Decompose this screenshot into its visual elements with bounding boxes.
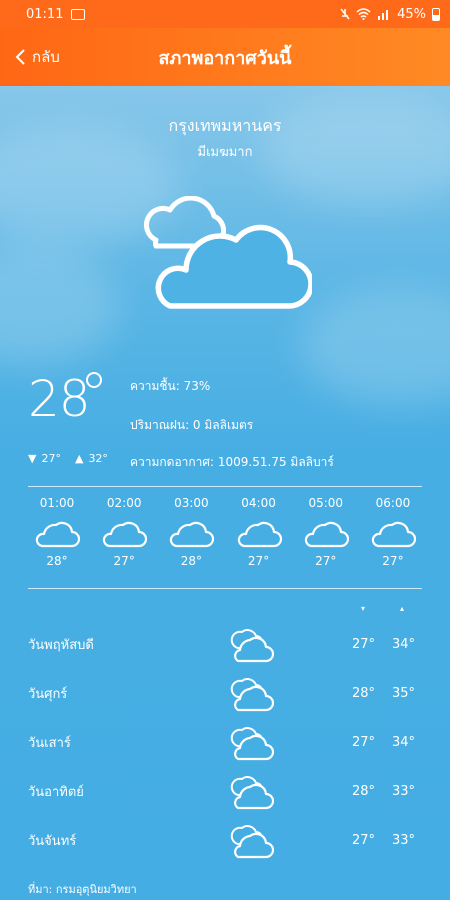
- clouds-icon: [230, 727, 274, 761]
- day-low: 27°: [352, 637, 376, 652]
- hourly-forecast: 01:00 28° 02:00 27° 03:00 28° 04:00 27° …: [28, 496, 422, 568]
- day-high: 35°: [392, 686, 416, 701]
- back-label: กลับ: [32, 48, 60, 66]
- day-low: 27°: [352, 735, 376, 750]
- hour-time: 03:00: [174, 496, 209, 510]
- hourly-item: 02:00 27°: [95, 496, 153, 568]
- cloud-icon: [143, 196, 312, 309]
- day-low: 28°: [352, 784, 376, 799]
- hourly-item: 04:00 27°: [230, 496, 288, 568]
- rainfall-text: ปริมาณฝน: 0 มิลลิเมตร: [130, 418, 254, 432]
- hour-time: 05:00: [308, 496, 344, 510]
- degree-symbol: [86, 372, 102, 388]
- data-source: ที่มา: กรมอุตุนิยมวิทยา: [28, 883, 137, 896]
- daily-forecast: วันพฤหัสบดี 27° 34° วันศุกร์ 28° 35° วัน…: [28, 620, 422, 865]
- wifi-icon: [356, 8, 371, 20]
- clouds-icon: [230, 776, 274, 810]
- hourly-item: 01:00 28°: [28, 496, 86, 568]
- signal-icon: [378, 10, 389, 20]
- hour-temp: 28°: [46, 554, 68, 568]
- clouds-icon: [230, 629, 274, 663]
- hour-temp: 27°: [315, 554, 337, 568]
- hour-temp: 27°: [113, 554, 135, 568]
- cloud-icon: [371, 521, 416, 548]
- day-name: วันพฤหัสบดี: [28, 638, 94, 653]
- cloud-icon: [170, 521, 215, 548]
- cloud-icon: [35, 521, 80, 548]
- cloud-icon: [103, 521, 148, 548]
- current-temperature: 28: [28, 370, 91, 428]
- day-low: 28°: [352, 686, 376, 701]
- hour-time: 06:00: [375, 496, 411, 510]
- divider: [28, 588, 422, 589]
- low-column-marker: ▾: [361, 604, 366, 613]
- hour-temp: 27°: [247, 554, 270, 568]
- city-name: กรุงเทพมหานคร: [168, 116, 282, 135]
- min-temp-value: 27°: [41, 452, 61, 465]
- status-time: 01:11: [26, 6, 64, 22]
- pressure-text: ความกดอากาศ: 1009.51.75 มิลลิบาร์: [130, 455, 334, 469]
- hour-time: 02:00: [106, 496, 142, 510]
- hour-time: 04:00: [241, 496, 276, 510]
- day-high: 34°: [392, 735, 416, 750]
- min-max-temperature: ▼ 27° ▲ 32°: [28, 452, 108, 465]
- day-high: 33°: [392, 784, 416, 799]
- hourly-item: 05:00 27°: [297, 496, 355, 568]
- humidity-text: ความชื้น: 73%: [130, 379, 211, 393]
- status-icons: 45%: [340, 7, 440, 22]
- image-notification-icon: [71, 8, 86, 20]
- hour-time: 01:00: [39, 496, 75, 510]
- max-temp: ▲ 32°: [75, 452, 108, 465]
- clouds-icon: [230, 825, 274, 859]
- daily-row: วันจันทร์ 27° 33°: [28, 816, 422, 865]
- down-arrow-icon: ▼: [28, 452, 37, 465]
- weather-description: มีเมฆมาก: [197, 145, 253, 160]
- battery-icon: [432, 7, 440, 21]
- min-temp: ▼ 27°: [28, 452, 61, 465]
- day-low: 27°: [352, 833, 376, 848]
- clouds-icon: [230, 678, 274, 712]
- day-name: วันจันทร์: [28, 834, 77, 849]
- page-title: สภาพอากาศวันนี้: [158, 47, 292, 69]
- day-name: วันเสาร์: [28, 736, 71, 751]
- cloud-icon: [304, 521, 349, 548]
- daily-row: วันเสาร์ 27° 34°: [28, 718, 422, 767]
- app-bar: กลับ สภาพอากาศวันนี้: [0, 28, 450, 86]
- day-name: วันอาทิตย์: [28, 785, 84, 800]
- day-high: 34°: [392, 637, 416, 652]
- day-high: 33°: [392, 833, 416, 848]
- cloud-icon: [237, 521, 282, 548]
- daily-row: วันอาทิตย์ 28° 33°: [28, 767, 422, 816]
- hourly-item: 06:00 27°: [364, 496, 422, 568]
- high-column-marker: ▴: [400, 604, 405, 613]
- back-button[interactable]: กลับ: [14, 28, 60, 86]
- hour-temp: 28°: [180, 554, 203, 568]
- daily-row: วันศุกร์ 28° 35°: [28, 669, 422, 718]
- battery-percent: 45%: [397, 6, 426, 22]
- day-name: วันศุกร์: [28, 687, 68, 702]
- status-bar: 01:11 45%: [0, 0, 450, 28]
- daily-row: วันพฤหัสบดี 27° 34°: [28, 620, 422, 669]
- up-arrow-icon: ▲: [74, 452, 84, 465]
- divider: [28, 486, 422, 487]
- hourly-item: 03:00 28°: [162, 496, 220, 568]
- hour-temp: 27°: [382, 554, 404, 568]
- max-temp-value: 32°: [88, 452, 108, 465]
- mute-icon: [340, 8, 350, 20]
- chevron-left-icon: [15, 49, 25, 65]
